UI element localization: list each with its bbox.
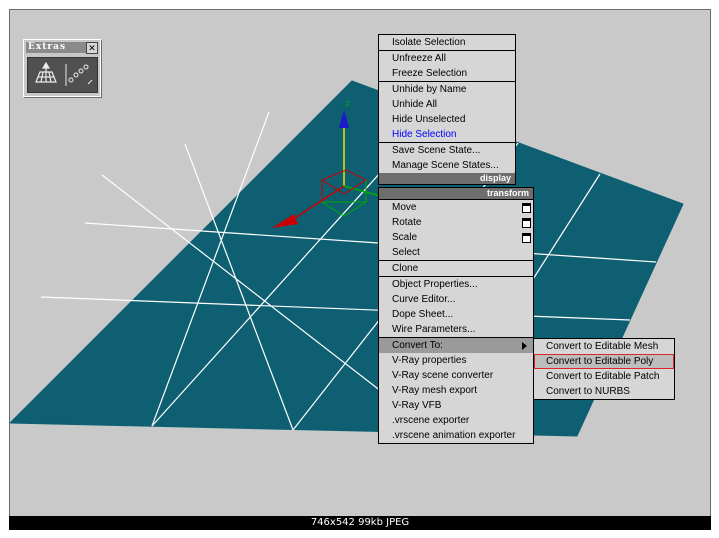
menu-item-vrscene-exporter[interactable]: .vrscene exporter: [379, 413, 533, 428]
settings-box-icon[interactable]: [522, 203, 531, 213]
menu-item-vray-vfb[interactable]: V-Ray VFB: [379, 398, 533, 413]
submenu-item-editable-poly[interactable]: Convert to Editable Poly: [534, 354, 674, 369]
viewport-perspective[interactable]: z: [10, 10, 711, 517]
menu-item-select[interactable]: Select: [379, 245, 533, 261]
menu-item-manage-scene-states[interactable]: Manage Scene States...: [379, 158, 515, 173]
menu-item-clone[interactable]: Clone: [379, 261, 533, 277]
menu-item-unfreeze-all[interactable]: Unfreeze All: [379, 51, 515, 66]
z-axis-label: z: [345, 99, 350, 109]
quad-menu-transform: transform Move Rotate Scale Select Clone…: [378, 187, 534, 444]
quad-header-display: display: [379, 173, 515, 185]
extras-button-strip: [27, 57, 98, 93]
menu-item-vray-properties[interactable]: V-Ray properties: [379, 353, 533, 368]
array-icon[interactable]: [64, 60, 94, 88]
submenu-arrow-icon: [522, 342, 527, 350]
menu-item-rotate[interactable]: Rotate: [379, 215, 533, 230]
settings-box-icon[interactable]: [522, 233, 531, 243]
menu-item-move-label: Move: [392, 202, 417, 213]
menu-item-vrscene-animation-exporter[interactable]: .vrscene animation exporter: [379, 428, 533, 443]
menu-item-wire-parameters[interactable]: Wire Parameters...: [379, 322, 533, 338]
menu-item-convert-to-label: Convert To:: [392, 340, 443, 351]
menu-item-convert-to[interactable]: Convert To:: [379, 338, 533, 353]
submenu-item-editable-mesh[interactable]: Convert to Editable Mesh: [534, 339, 674, 354]
extras-toolbar-title: Extras: [26, 42, 86, 53]
submenu-item-nurbs[interactable]: Convert to NURBS: [534, 384, 674, 399]
menu-item-freeze-selection[interactable]: Freeze Selection: [379, 66, 515, 82]
close-icon[interactable]: ✕: [86, 42, 98, 54]
menu-item-vray-scene-converter[interactable]: V-Ray scene converter: [379, 368, 533, 383]
settings-box-icon[interactable]: [522, 218, 531, 228]
menu-item-rotate-label: Rotate: [392, 217, 422, 228]
grid-icon[interactable]: [31, 60, 61, 88]
image-info-bar: 746x542 99kb JPEG: [9, 516, 711, 530]
viewport-frame[interactable]: z Extras ✕ Isolate Selection Unfreeze Al…: [9, 9, 711, 517]
extras-toolbar[interactable]: Extras ✕: [23, 39, 101, 97]
menu-item-hide-unselected[interactable]: Hide Unselected: [379, 112, 515, 127]
menu-item-isolate-selection[interactable]: Isolate Selection: [379, 35, 515, 51]
menu-item-save-scene-state[interactable]: Save Scene State...: [379, 143, 515, 158]
menu-item-scale[interactable]: Scale: [379, 230, 533, 245]
menu-item-scale-label: Scale: [392, 232, 418, 243]
menu-item-unhide-by-name[interactable]: Unhide by Name: [379, 82, 515, 97]
convert-to-submenu: Convert to Editable Mesh Convert to Edit…: [533, 338, 675, 400]
menu-item-curve-editor[interactable]: Curve Editor...: [379, 292, 533, 307]
quad-menu-display: Isolate Selection Unfreeze All Freeze Se…: [378, 34, 516, 185]
menu-item-object-properties[interactable]: Object Properties...: [379, 277, 533, 292]
menu-item-dope-sheet[interactable]: Dope Sheet...: [379, 307, 533, 322]
menu-item-vray-mesh-export[interactable]: V-Ray mesh export: [379, 383, 533, 398]
submenu-item-editable-patch[interactable]: Convert to Editable Patch: [534, 369, 674, 384]
quad-header-transform: transform: [379, 188, 533, 200]
menu-item-move[interactable]: Move: [379, 200, 533, 215]
menu-item-hide-selection[interactable]: Hide Selection: [379, 127, 515, 143]
menu-item-unhide-all[interactable]: Unhide All: [379, 97, 515, 112]
